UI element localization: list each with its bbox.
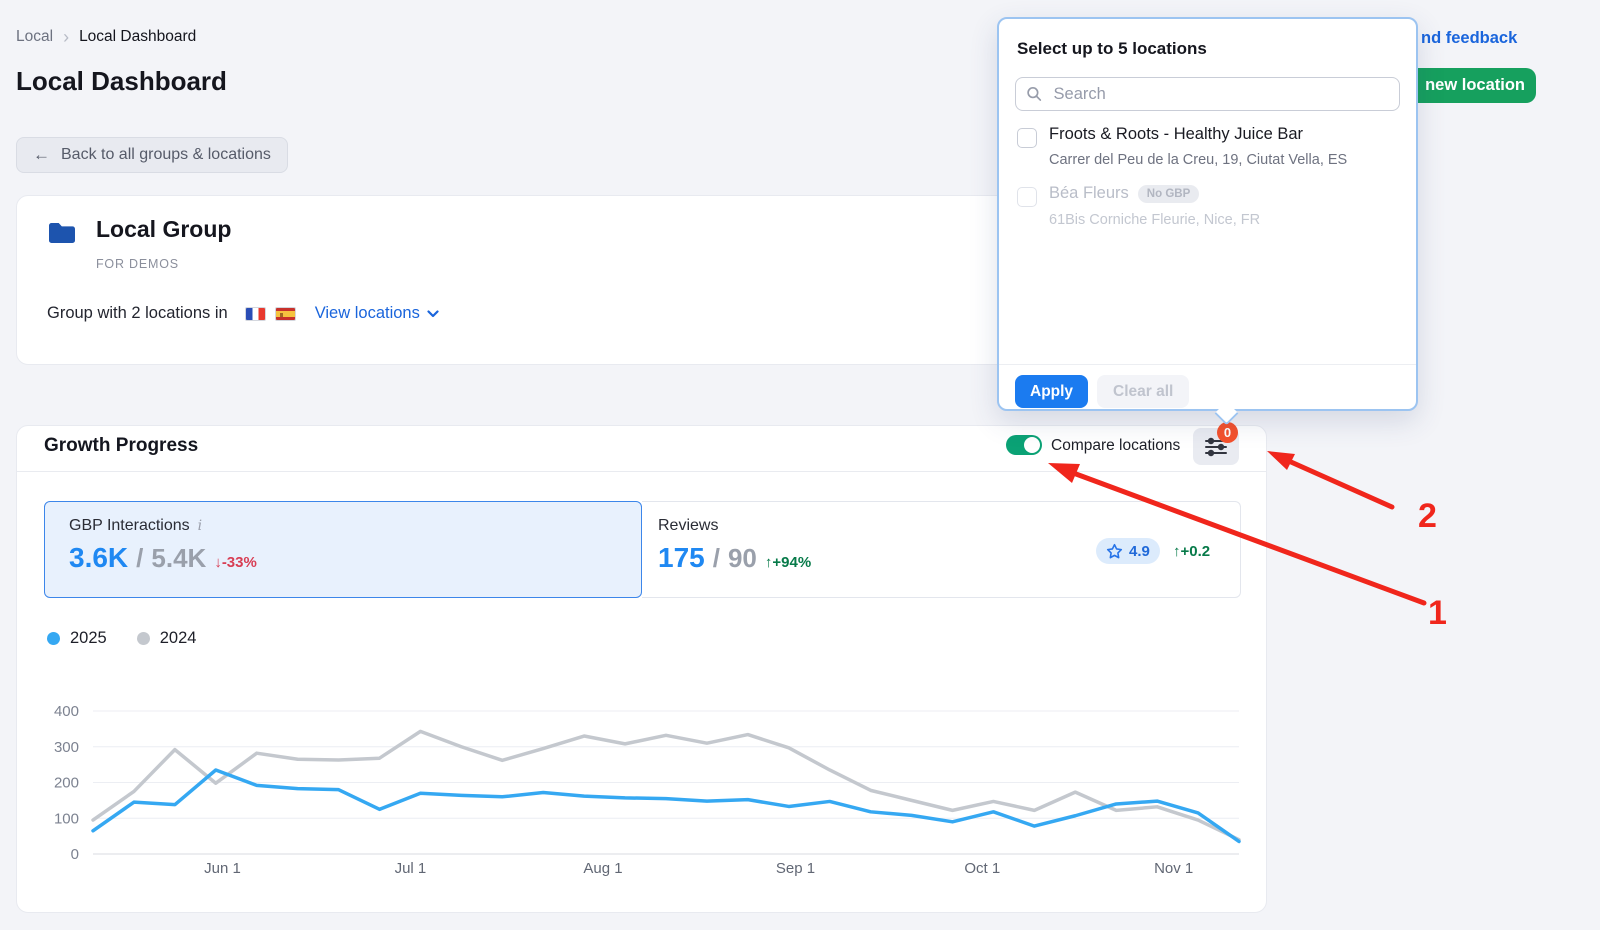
value-separator: /: [136, 543, 143, 574]
location-address-bea: 61Bis Corniche Fleurie, Nice, FR: [1049, 212, 1260, 228]
growth-progress-title: Growth Progress: [44, 435, 198, 457]
page-title: Local Dashboard: [16, 66, 227, 97]
popup-title: Select up to 5 locations: [1017, 39, 1207, 59]
apply-button[interactable]: Apply: [1015, 375, 1088, 408]
group-locations-text: Group with 2 locations in: [47, 304, 228, 323]
metric-card-reviews[interactable]: Reviews 175 / 90 ↑+94% 4.9 ↑+0.2: [642, 501, 1241, 598]
value-separator: /: [713, 543, 720, 574]
legend-item-2025[interactable]: 2025: [47, 629, 107, 648]
gbp-interactions-label: GBP Interactions: [69, 517, 190, 535]
no-gbp-badge: No GBP: [1138, 185, 1199, 203]
breadcrumb-local[interactable]: Local: [16, 28, 53, 46]
group-subtitle: FOR DEMOS: [96, 257, 179, 271]
x-axis-tick-label: Jul 1: [395, 860, 427, 877]
send-feedback-link[interactable]: nd feedback: [1421, 29, 1517, 48]
y-axis-tick-label: 200: [54, 775, 79, 792]
legend-label-2024: 2024: [160, 629, 197, 648]
toggle-knob: [1024, 437, 1040, 453]
add-new-location-label: new location: [1425, 76, 1525, 95]
reviews-previous-value: 90: [728, 543, 757, 574]
flag-spain-icon: [275, 307, 296, 321]
back-button[interactable]: ← Back to all groups & locations: [16, 137, 288, 173]
star-icon: [1106, 543, 1123, 560]
compare-locations-toggle[interactable]: [1006, 435, 1042, 455]
back-button-label: Back to all groups & locations: [61, 146, 271, 164]
group-title: Local Group: [96, 216, 231, 243]
growth-progress-card: Growth Progress Compare locations 0 GBP …: [16, 425, 1267, 913]
legend-item-2024[interactable]: 2024: [137, 629, 197, 648]
header-divider: [17, 471, 1266, 472]
gbp-current-value: 3.6K: [69, 542, 128, 574]
annotation-label-1: 1: [1428, 594, 1447, 632]
gbp-previous-value: 5.4K: [151, 543, 206, 574]
search-input[interactable]: [1052, 84, 1389, 105]
legend-dot-2025: [47, 632, 60, 645]
info-icon[interactable]: i: [198, 518, 202, 534]
reviews-delta: ↑+94%: [765, 554, 811, 571]
reviews-label: Reviews: [658, 517, 718, 535]
x-axis-tick-label: Oct 1: [964, 860, 1000, 877]
arrow-2: [1291, 462, 1392, 507]
metric-card-gbp-interactions[interactable]: GBP Interactions i 3.6K / 5.4K ↓-33%: [44, 501, 642, 598]
search-box[interactable]: [1015, 77, 1400, 111]
legend-dot-2024: [137, 632, 150, 645]
popup-caret: [1214, 401, 1238, 425]
location-checkbox-bea: [1017, 187, 1037, 207]
rating-value: 4.9: [1129, 543, 1150, 560]
filter-count-badge: 0: [1217, 422, 1238, 443]
location-name-froots[interactable]: Froots & Roots - Healthy Juice Bar: [1049, 125, 1303, 144]
annotation-label-2: 2: [1418, 497, 1437, 535]
location-address-froots: Carrer del Peu de la Creu, 19, Ciutat Ve…: [1049, 152, 1347, 168]
folder-icon: [47, 220, 77, 251]
breadcrumb: Local › Local Dashboard: [16, 28, 196, 46]
rating-badge: 4.9: [1096, 538, 1160, 564]
y-axis-tick-label: 100: [54, 810, 79, 827]
search-icon: [1026, 85, 1043, 103]
chart-legend: 2025 2024: [47, 629, 214, 648]
x-axis-tick-label: Sep 1: [776, 860, 815, 877]
view-locations-link[interactable]: View locations: [315, 304, 439, 323]
rating-delta: ↑+0.2: [1173, 543, 1210, 560]
location-name-bea: Béa Fleurs No GBP: [1049, 184, 1199, 203]
legend-label-2025: 2025: [70, 629, 107, 648]
gbp-delta: ↓-33%: [214, 554, 257, 571]
group-locations-row: Group with 2 locations in View locations: [47, 304, 439, 323]
y-axis-tick-label: 400: [54, 703, 79, 720]
y-axis-tick-label: 0: [71, 846, 79, 863]
flag-france-icon: [245, 307, 266, 321]
chevron-down-icon: [427, 310, 439, 318]
growth-line-chart: 0 100 200 300 400 Jun 1 Jul 1 Aug 1 Sep 1 Oct 1 No…: [17, 677, 1266, 897]
reviews-current-value: 175: [658, 542, 705, 574]
chevron-right-icon: ›: [63, 30, 69, 44]
x-axis-tick-label: Jun 1: [204, 860, 241, 877]
x-axis-tick-label: Aug 1: [583, 860, 622, 877]
add-new-location-button[interactable]: new location: [1398, 68, 1536, 103]
x-axis-tick-label: Nov 1: [1154, 860, 1193, 877]
popup-footer-divider: [999, 364, 1416, 365]
location-checkbox-froots[interactable]: [1017, 128, 1037, 148]
location-name-bea-label: Béa Fleurs: [1049, 184, 1129, 203]
left-arrow-icon: ←: [33, 145, 50, 165]
compare-locations-label: Compare locations: [1051, 437, 1180, 455]
clear-all-button[interactable]: Clear all: [1097, 375, 1189, 408]
chart-line-2025: [93, 770, 1239, 842]
arrow-2-head: [1267, 451, 1295, 470]
view-locations-label: View locations: [315, 304, 420, 323]
breadcrumb-current: Local Dashboard: [79, 28, 196, 46]
y-axis-tick-label: 300: [54, 739, 79, 756]
select-locations-popup: Select up to 5 locations Froots & Roots …: [997, 17, 1418, 411]
